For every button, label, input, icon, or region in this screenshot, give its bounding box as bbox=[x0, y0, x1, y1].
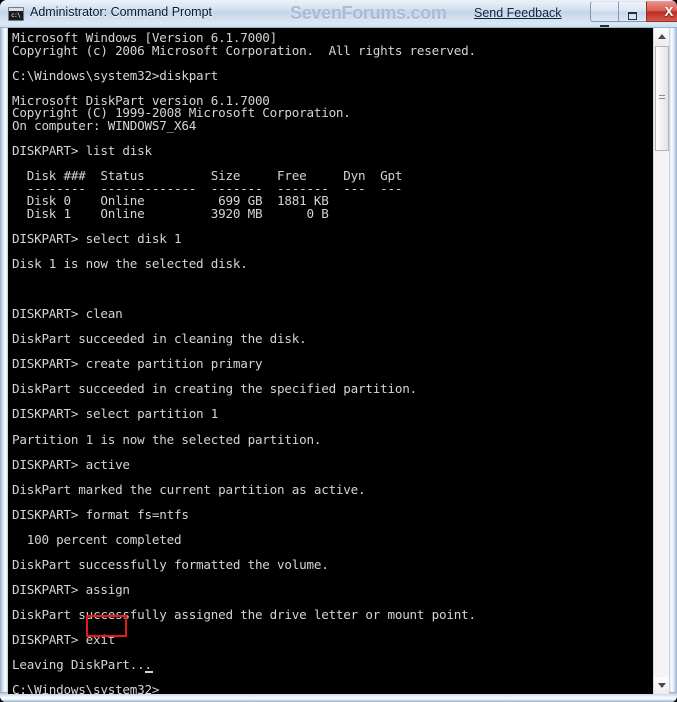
console-line: DiskPart succeeded in creating the speci… bbox=[12, 381, 417, 397]
console-cursor bbox=[145, 671, 153, 673]
site-watermark: SevenForums.com bbox=[290, 3, 447, 23]
console-text: Microsoft Windows [Version 6.1.7000] Copy… bbox=[12, 31, 642, 694]
close-button[interactable]: X bbox=[646, 1, 677, 22]
window-client-area: Microsoft Windows [Version 6.1.7000] Copy… bbox=[0, 28, 677, 702]
console-line: Leaving DiskPart... bbox=[12, 657, 152, 673]
console-line: DISKPART> active bbox=[12, 456, 130, 472]
console-line: DiskPart marked the current partition as… bbox=[12, 481, 366, 497]
window-title: Administrator: Command Prompt bbox=[30, 5, 213, 19]
console-line: DISKPART> format fs=ntfs bbox=[12, 506, 189, 522]
scroll-thumb[interactable] bbox=[655, 46, 669, 151]
console-line: DISKPART> clean bbox=[12, 306, 123, 322]
minimize-icon bbox=[591, 14, 618, 16]
console-line: On computer: WINDOWS7_X64 bbox=[12, 117, 197, 133]
console-line: C:\Windows\system32>diskpart bbox=[12, 67, 219, 83]
console-scrollbar[interactable] bbox=[653, 28, 669, 694]
send-feedback-link[interactable]: Send Feedback bbox=[474, 6, 562, 20]
maximize-button[interactable] bbox=[618, 1, 647, 22]
console-line: C:\Windows\system32> bbox=[12, 682, 160, 694]
scroll-up-arrow-icon[interactable] bbox=[654, 28, 669, 45]
console-line: Disk 1 is now the selected disk. bbox=[12, 255, 248, 271]
console-line: DISKPART> exit bbox=[12, 632, 116, 648]
scroll-down-triangle bbox=[658, 683, 666, 688]
console-line: DiskPart successfully formatted the volu… bbox=[12, 556, 329, 572]
console-line: DISKPART> select partition 1 bbox=[12, 406, 219, 422]
console-line: Partition 1 is now the selected partitio… bbox=[12, 431, 322, 447]
scroll-track[interactable] bbox=[654, 151, 669, 677]
console-line: DISKPART> create partition primary bbox=[12, 356, 263, 372]
console-line: DISKPART> assign bbox=[12, 582, 130, 598]
console-line: Disk 1 Online 3920 MB 0 B bbox=[12, 205, 329, 221]
console-line: DiskPart succeeded in cleaning the disk. bbox=[12, 331, 307, 347]
minimize-button[interactable] bbox=[590, 1, 619, 22]
close-icon: X bbox=[664, 4, 674, 19]
console-output-area[interactable]: Microsoft Windows [Version 6.1.7000] Copy… bbox=[8, 28, 669, 694]
console-line: 100 percent completed bbox=[12, 531, 182, 547]
console-line: Copyright (c) 2006 Microsoft Corporation… bbox=[12, 42, 476, 58]
console-line: DISKPART> list disk bbox=[12, 142, 152, 158]
console-line: DiskPart successfully assigned the drive… bbox=[12, 607, 476, 623]
title-bar[interactable]: c:\ Administrator: Command Prompt SevenF… bbox=[0, 0, 677, 28]
command-prompt-window: c:\ Administrator: Command Prompt SevenF… bbox=[0, 0, 677, 702]
command-prompt-icon-glyph: c:\ bbox=[11, 12, 21, 19]
window-border-right bbox=[668, 28, 677, 702]
scroll-down-arrow-icon[interactable] bbox=[654, 677, 669, 694]
command-prompt-icon: c:\ bbox=[8, 7, 24, 21]
scroll-up-triangle bbox=[658, 34, 666, 39]
maximize-icon bbox=[619, 7, 646, 25]
scroll-thumb-grip bbox=[659, 95, 665, 101]
console-line: DISKPART> select disk 1 bbox=[12, 230, 182, 246]
